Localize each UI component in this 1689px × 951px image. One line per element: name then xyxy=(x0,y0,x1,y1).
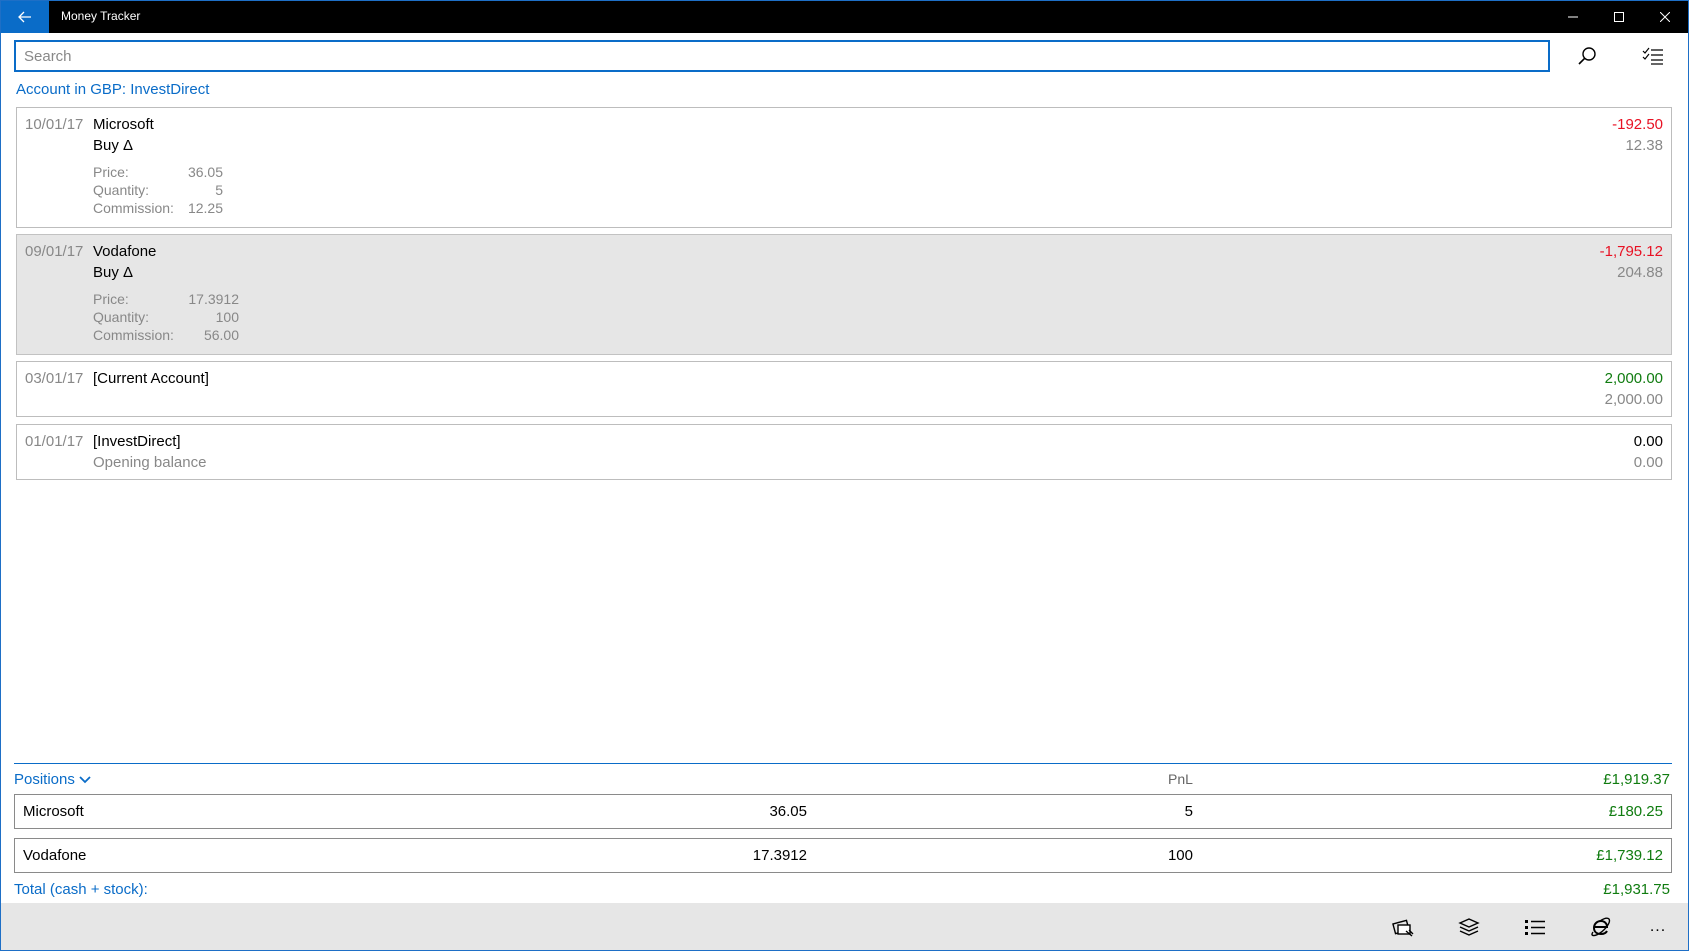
transaction-item[interactable]: 09/01/17 Vodafone Buy Δ -1,795.12 204.88… xyxy=(16,234,1672,355)
chevron-down-icon xyxy=(79,775,91,783)
stock-transaction-button[interactable] xyxy=(1436,903,1502,950)
open-browser-button[interactable] xyxy=(1568,903,1634,950)
position-row[interactable]: Microsoft 36.05 5 £180.25 xyxy=(14,794,1672,829)
price-value: 17.3912 xyxy=(188,291,239,307)
commission-value: 12.25 xyxy=(187,200,223,216)
back-arrow-icon xyxy=(18,11,31,23)
transaction-payee: Microsoft xyxy=(93,116,154,133)
maximize-icon xyxy=(1614,12,1624,22)
transaction-date: 10/01/17 xyxy=(25,116,84,133)
transaction-balance: 204.88 xyxy=(1617,264,1663,281)
position-name: Microsoft xyxy=(23,803,84,820)
transaction-amount: 0.00 xyxy=(1633,433,1663,450)
transaction-balance: 0.00 xyxy=(1633,454,1663,471)
transaction-balance: 12.38 xyxy=(1625,137,1663,154)
transaction-amount: -1,795.12 xyxy=(1599,243,1663,260)
position-value: £180.25 xyxy=(1608,803,1663,820)
position-price: 36.05 xyxy=(769,803,807,820)
layers-icon xyxy=(1458,918,1480,936)
transaction-amount: 2,000.00 xyxy=(1604,370,1663,387)
transaction-balance: 2,000.00 xyxy=(1604,391,1663,408)
grand-total-value: £1,931.75 xyxy=(1603,881,1670,898)
price-label: Price: xyxy=(93,291,129,307)
command-bar: ... xyxy=(1,903,1688,950)
positions-total: £1,919.37 xyxy=(1603,771,1670,788)
commission-label: Commission: xyxy=(93,327,174,343)
transaction-date: 01/01/17 xyxy=(25,433,84,450)
transaction-type: Buy Δ xyxy=(93,137,134,154)
position-row[interactable]: Vodafone 17.3912 100 £1,739.12 xyxy=(14,838,1672,873)
close-button[interactable] xyxy=(1642,1,1688,33)
cash-transaction-icon xyxy=(1392,919,1414,937)
position-price: 17.3912 xyxy=(752,847,807,864)
transaction-details: Price: 17.3912 Quantity: 100 Commission:… xyxy=(93,290,239,344)
commission-value: 56.00 xyxy=(203,327,239,343)
title-bar: Money Tracker xyxy=(1,1,1688,33)
positions-toggle[interactable]: Positions xyxy=(14,771,91,788)
app-title: Money Tracker xyxy=(61,9,141,23)
transaction-details: Price: 36.05 Quantity: 5 Commission: 12.… xyxy=(93,163,223,217)
position-quantity: 5 xyxy=(1184,803,1193,820)
quantity-label: Quantity: xyxy=(93,182,150,198)
transaction-payee: [Current Account] xyxy=(93,370,209,387)
transaction-payee: Vodafone xyxy=(93,243,157,260)
transaction-item[interactable]: 01/01/17 [InvestDirect] Opening balance … xyxy=(16,424,1672,480)
app-window: Money Tracker Account in GBP: InvestDire… xyxy=(0,0,1689,951)
transaction-type: Buy Δ xyxy=(93,264,134,281)
pnl-header: PnL xyxy=(1168,771,1193,787)
back-button[interactable] xyxy=(1,1,49,33)
search-button[interactable] xyxy=(1563,40,1611,72)
quantity-value: 5 xyxy=(215,182,223,198)
position-quantity: 100 xyxy=(1167,847,1193,864)
search-input[interactable] xyxy=(16,42,1548,70)
positions-divider xyxy=(14,763,1672,764)
list-view-button[interactable] xyxy=(1502,903,1568,950)
transaction-item[interactable]: 10/01/17 Microsoft Buy Δ -192.50 12.38 P… xyxy=(16,107,1672,228)
transaction-note: Opening balance xyxy=(93,454,207,471)
positions-header: Positions xyxy=(14,771,75,788)
minimize-icon xyxy=(1568,16,1578,18)
price-value: 36.05 xyxy=(187,164,223,180)
search-icon xyxy=(1578,47,1596,65)
quantity-label: Quantity: xyxy=(93,309,150,325)
quantity-value: 100 xyxy=(215,309,239,325)
list-icon xyxy=(1525,920,1545,935)
transaction-date: 03/01/17 xyxy=(25,370,84,387)
maximize-button[interactable] xyxy=(1596,1,1642,33)
more-button[interactable]: ... xyxy=(1634,903,1682,950)
add-cash-transaction-button[interactable] xyxy=(1370,903,1436,950)
close-icon xyxy=(1660,12,1670,22)
position-name: Vodafone xyxy=(23,847,87,864)
select-mode-button[interactable] xyxy=(1629,40,1677,72)
browser-icon xyxy=(1591,917,1611,937)
checklist-icon xyxy=(1642,47,1663,65)
position-value: £1,739.12 xyxy=(1596,847,1663,864)
transaction-payee: [InvestDirect] xyxy=(93,433,181,450)
search-field[interactable] xyxy=(14,40,1550,72)
commission-label: Commission: xyxy=(93,200,174,216)
minimize-button[interactable] xyxy=(1550,1,1596,33)
price-label: Price: xyxy=(93,164,129,180)
account-title: Account in GBP: InvestDirect xyxy=(16,81,210,98)
transaction-item[interactable]: 03/01/17 [Current Account] 2,000.00 2,00… xyxy=(16,361,1672,417)
transaction-date: 09/01/17 xyxy=(25,243,84,260)
grand-total-label: Total (cash + stock): xyxy=(14,881,148,898)
transaction-amount: -192.50 xyxy=(1612,116,1663,133)
